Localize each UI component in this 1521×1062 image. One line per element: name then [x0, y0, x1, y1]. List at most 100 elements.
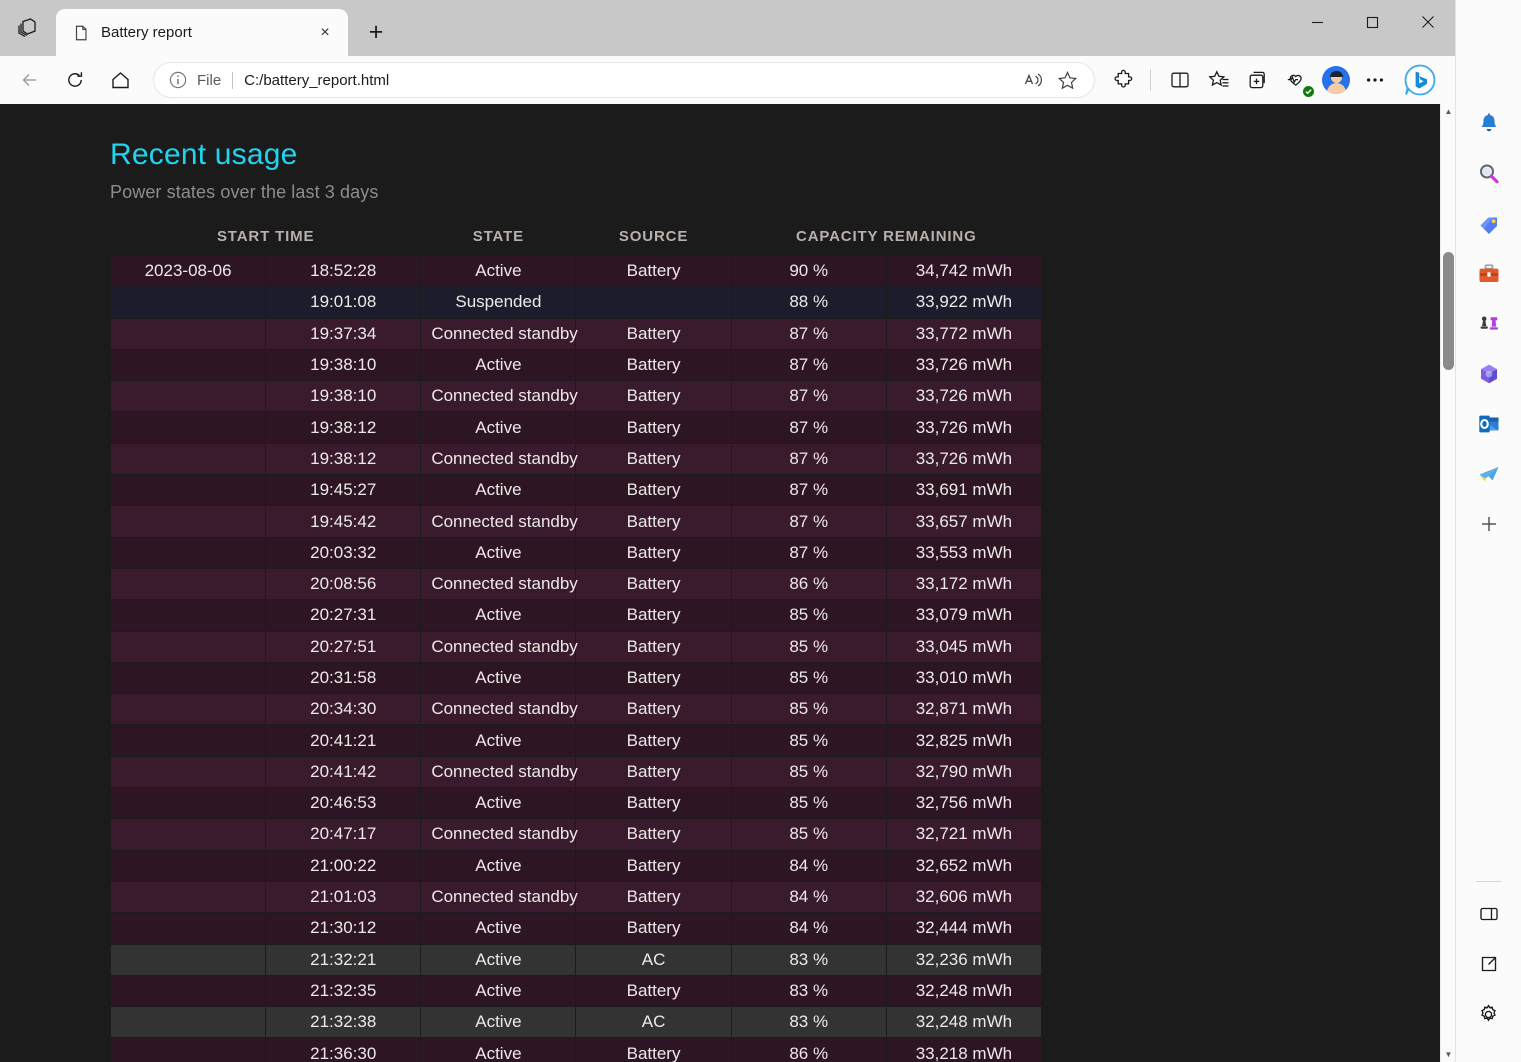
collections-button[interactable]: [1240, 62, 1276, 98]
cell-date: [109, 1037, 267, 1062]
refresh-icon: [68, 72, 83, 87]
settings-gear-icon[interactable]: [1469, 994, 1509, 1034]
shopping-tag-icon[interactable]: [1469, 204, 1509, 244]
cell-pct: 85 %: [730, 599, 887, 632]
cell-pct: 85 %: [730, 724, 887, 757]
cell-date: [109, 943, 267, 976]
table-body: 2023-08-06 18:52:28 Active Battery 90 % 34,74…: [109, 254, 1043, 1062]
cell-source: Battery: [575, 442, 732, 476]
bing-copilot-icon: [1404, 64, 1436, 96]
bell-icon: [1481, 113, 1496, 132]
cell-state: Connected standby: [420, 442, 578, 476]
outlook-icon[interactable]: [1469, 404, 1509, 444]
page-scrollbar[interactable]: ▲ ▼: [1440, 104, 1455, 1062]
cell-time: 20:41:42: [265, 755, 422, 789]
add-favorite-button[interactable]: [1052, 65, 1082, 95]
cell-pct: 85 %: [730, 693, 887, 726]
minimize-button[interactable]: [1290, 0, 1345, 44]
refresh-button[interactable]: [57, 62, 93, 98]
table-row: 21:30:12 Active Battery 84 % 32,444 mWh: [109, 912, 1043, 945]
cell-source: Battery: [575, 880, 732, 914]
cell-state: Active: [420, 1037, 577, 1062]
browser-tab[interactable]: Battery report ×: [56, 9, 348, 56]
cell-cap: 33,772 mWh: [885, 317, 1043, 350]
cell-cap: 32,652 mWh: [885, 849, 1043, 882]
cell-state: Connected standby: [420, 755, 578, 789]
settings-and-more-button[interactable]: [1357, 62, 1393, 98]
search-icon[interactable]: [1469, 154, 1509, 194]
cell-time: 19:37:34: [265, 317, 422, 350]
cell-source: Battery: [575, 661, 732, 695]
cell-cap: 32,825 mWh: [885, 724, 1043, 757]
tools-icon[interactable]: [1469, 254, 1509, 294]
cell-cap: 33,726 mWh: [885, 380, 1043, 413]
open-external-icon[interactable]: [1469, 944, 1509, 984]
window-controls: [1290, 0, 1455, 44]
address-bar[interactable]: File C:/battery_report.html: [153, 62, 1095, 98]
cell-source: Battery: [575, 599, 732, 632]
browser-essentials-button[interactable]: [1279, 62, 1315, 98]
back-button[interactable]: [12, 62, 48, 98]
cell-state: Active: [420, 912, 577, 945]
split-screen-button[interactable]: [1162, 62, 1198, 98]
cell-cap: 33,172 mWh: [885, 567, 1043, 601]
cell-state: Active: [420, 474, 577, 507]
omnibox-divider: [232, 71, 234, 89]
favorites-button[interactable]: [1201, 62, 1237, 98]
cell-state: Active: [420, 943, 577, 976]
table-row: 20:34:30 Connected standby Battery 85 % 32,8…: [109, 693, 1043, 726]
scroll-up-arrow-icon[interactable]: ▲: [1441, 104, 1456, 119]
table-row: 19:37:34 Connected standby Battery 87 % 33,7…: [109, 317, 1043, 350]
workspaces-button[interactable]: [0, 4, 56, 52]
column-header-capacity-remaining: CAPACITY REMAINING: [796, 228, 977, 245]
table-row: 2023-08-06 18:52:28 Active Battery 90 % 34,74…: [109, 254, 1043, 288]
cell-source: Battery: [575, 505, 732, 538]
cell-state: Active: [420, 974, 577, 1008]
cell-time: 21:30:12: [265, 912, 422, 945]
cell-state: Active: [420, 411, 577, 444]
cell-state: Connected standby: [420, 505, 578, 538]
scroll-down-arrow-icon[interactable]: ▼: [1441, 1047, 1456, 1062]
cell-state: Active: [420, 1006, 577, 1039]
cell-cap: 32,444 mWh: [885, 912, 1043, 945]
cell-date: [109, 912, 267, 945]
new-tab-button[interactable]: +: [356, 12, 396, 52]
cell-time: 19:38:12: [265, 411, 422, 444]
home-button[interactable]: [102, 62, 138, 98]
copilot-button[interactable]: [1397, 57, 1443, 103]
telegram-icon[interactable]: [1469, 454, 1509, 494]
url-text: C:/battery_report.html: [244, 71, 390, 89]
cell-date: [109, 411, 267, 444]
cell-time: 21:32:35: [265, 974, 422, 1008]
extensions-button[interactable]: [1106, 62, 1142, 98]
read-aloud-button[interactable]: [1018, 65, 1048, 95]
cell-pct: 88 %: [730, 286, 887, 319]
cell-time: 19:38:10: [265, 380, 422, 413]
cell-pct: 83 %: [730, 1006, 887, 1039]
cell-source: Battery: [575, 474, 732, 507]
cell-date: [109, 536, 267, 569]
games-icon[interactable]: [1469, 304, 1509, 344]
cell-time: 21:36:30: [265, 1037, 422, 1062]
cell-state: Active: [420, 348, 577, 382]
scrollbar-thumb[interactable]: [1443, 252, 1454, 370]
cell-cap: 34,742 mWh: [885, 254, 1043, 288]
cell-date: 2023-08-06: [109, 254, 267, 288]
tab-close-icon[interactable]: ×: [312, 20, 338, 46]
cell-date: [109, 630, 267, 663]
toolbox-icon: [1479, 264, 1498, 282]
workspaces-icon: [18, 18, 36, 38]
maximize-button[interactable]: [1345, 0, 1400, 44]
table-row: 19:38:12 Active Battery 87 % 33,726 mWh: [109, 411, 1043, 444]
close-button[interactable]: [1400, 0, 1455, 44]
microsoft365-icon[interactable]: [1469, 354, 1509, 394]
cell-source: Battery: [575, 724, 732, 757]
cell-source: Battery: [575, 630, 732, 663]
profile-button[interactable]: [1318, 62, 1354, 98]
cell-cap: 32,721 mWh: [885, 818, 1043, 851]
split-pane-icon[interactable]: [1469, 894, 1509, 934]
cell-cap: 32,248 mWh: [885, 1006, 1043, 1039]
cell-date: [109, 724, 267, 757]
add-icon[interactable]: [1469, 504, 1509, 544]
notifications-icon[interactable]: [1469, 104, 1509, 144]
